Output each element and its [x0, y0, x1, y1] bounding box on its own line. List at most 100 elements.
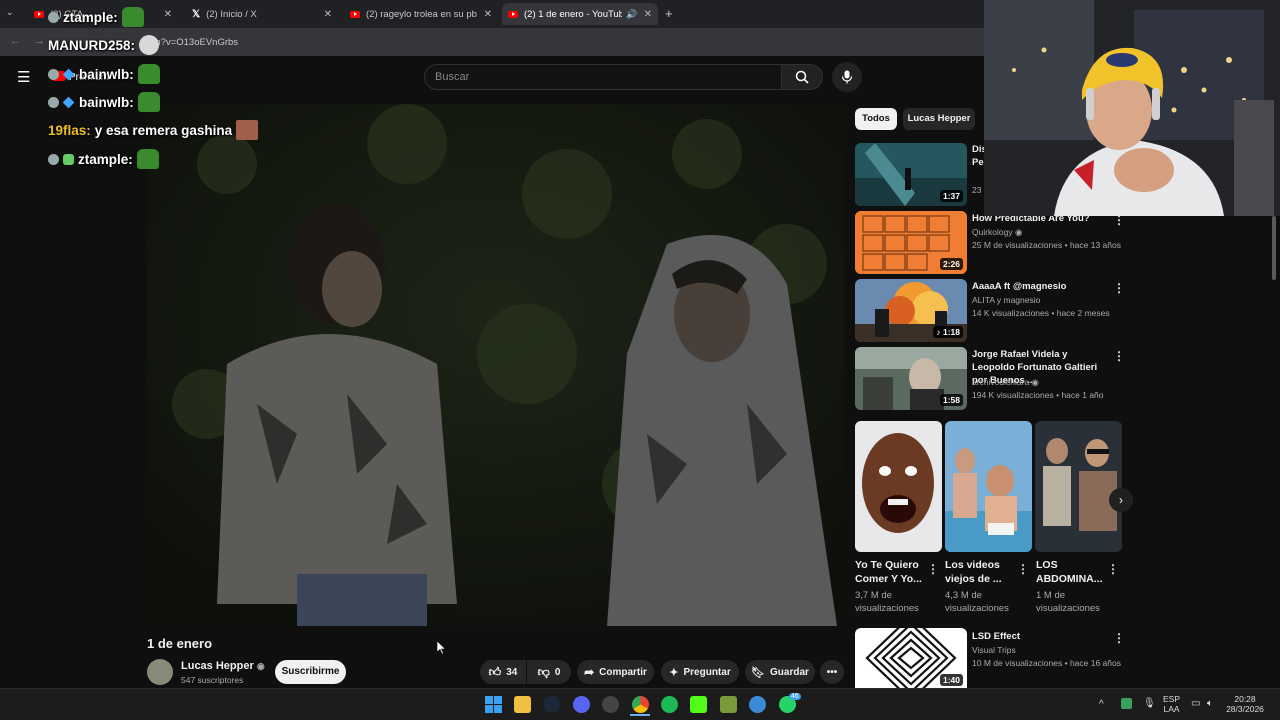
language-indicator[interactable]: ESP LAA: [1163, 694, 1180, 714]
chrome-icon[interactable]: [632, 696, 649, 713]
discord-icon[interactable]: [573, 696, 590, 713]
dislike-button[interactable]: 👎︎ 0: [527, 660, 571, 684]
tab-search-icon[interactable]: ⌄: [6, 7, 14, 18]
rec-thumbnail[interactable]: 1:37: [855, 143, 967, 206]
spotify-icon[interactable]: [661, 696, 678, 713]
rec-meta: 10 M de visualizaciones • hace 16 años: [972, 658, 1121, 668]
tab-x-inicio[interactable]: 𝕏 (2) Inicio / X ✕: [186, 3, 338, 25]
search-button[interactable]: [781, 64, 823, 90]
chip-lucas-hepper[interactable]: Lucas Hepper: [903, 108, 975, 130]
chat-username: MANURD258:: [48, 37, 136, 53]
avatar-emote-icon: [139, 35, 160, 55]
verified-icon: ◉: [256, 661, 265, 671]
chat-message: ztample:: [48, 7, 144, 27]
rec-more-icon[interactable]: ⋮: [1113, 349, 1125, 363]
rec-channel[interactable]: Quirkology ◉: [972, 227, 1022, 238]
rec-meta: 25 M de visualizaciones • hace 13 años: [972, 240, 1121, 250]
search-input[interactable]: Buscar: [424, 64, 782, 90]
close-tab-icon[interactable]: ✕: [164, 9, 172, 20]
like-button[interactable]: 👍︎ 34: [480, 660, 526, 684]
steam-icon[interactable]: [543, 696, 560, 713]
app-c-icon[interactable]: [749, 696, 766, 713]
clock-date: 28/3/2026: [1226, 704, 1264, 714]
rec-meta: 14 K visualizaciones • hace 2 meses: [972, 308, 1110, 318]
rec-more-icon[interactable]: ⋮: [1113, 281, 1125, 295]
obs-icon[interactable]: [602, 696, 619, 713]
network-icon[interactable]: ▭: [1191, 698, 1200, 709]
new-tab-button[interactable]: +: [665, 6, 673, 21]
shorts-next-button[interactable]: ›: [1109, 488, 1133, 512]
duration-badge: 1:58: [939, 394, 963, 406]
windows-start-icon[interactable]: [485, 696, 502, 713]
rec-thumbnail[interactable]: 2:26: [855, 211, 967, 274]
rec-title[interactable]: LSD Effect: [972, 630, 1107, 643]
rec-channel[interactable]: archivodichiara ◉: [972, 377, 1039, 388]
pepe-emote-icon: [137, 92, 160, 112]
video-title: 1 de enero: [147, 636, 213, 651]
back-arrow-icon[interactable]: ←: [10, 35, 21, 47]
rec-channel[interactable]: ALITA y magnesio: [972, 295, 1040, 305]
close-tab-icon[interactable]: ✕: [324, 9, 332, 20]
rec-more-icon[interactable]: ⋮: [1113, 631, 1125, 645]
language-layout: LAA: [1163, 704, 1180, 714]
youtube-favicon-icon: [34, 10, 44, 18]
rec-title[interactable]: Dis Pe: [972, 143, 984, 169]
duration-badge: 2:26: [939, 258, 963, 270]
rec-thumbnail[interactable]: 1:58: [855, 347, 967, 410]
save-button[interactable]: 🔖︎ Guardar: [745, 660, 815, 684]
chat-message: MANURD258:: [48, 35, 160, 55]
channel-avatar[interactable]: [147, 659, 173, 685]
url-field[interactable]: tch?v=O13oEVnGrbs: [58, 33, 958, 52]
volume-icon[interactable]: 🔈︎: [1207, 698, 1213, 709]
close-tab-icon[interactable]: ✕: [484, 9, 492, 20]
short-more-icon[interactable]: ⋮: [927, 562, 939, 576]
video-player[interactable]: [147, 104, 844, 626]
tab-1-de-enero[interactable]: (2) 1 de enero - YouTube 🔊 ✕: [502, 3, 658, 25]
tray-chevron-up-icon[interactable]: ^: [1099, 699, 1104, 710]
short-thumbnail-image: [1035, 421, 1122, 552]
tray-shield-icon[interactable]: [1121, 698, 1132, 709]
rec-title[interactable]: AaaaA ft @magnesio: [972, 280, 1107, 293]
like-count: 34: [506, 666, 518, 678]
chat-username: bainwlb:: [79, 66, 134, 82]
diamond-badge-icon: [62, 96, 75, 108]
short-title[interactable]: Yo Te Quiero Comer Y Yo...: [855, 558, 931, 586]
short-more-icon[interactable]: ⋮: [1107, 562, 1119, 576]
clock[interactable]: 20:28 28/3/2026: [1223, 694, 1267, 714]
rec-meta: 194 K visualizaciones • hace 1 año: [972, 390, 1104, 400]
subscribe-button[interactable]: Suscribirme: [275, 660, 346, 684]
chat-message: bainwlb:: [48, 92, 160, 112]
forward-arrow-icon[interactable]: →: [34, 35, 45, 47]
pepe-emote-icon: [136, 149, 159, 169]
tab-rageylo[interactable]: (2) rageylo trolea en su pb - Yo ✕: [344, 3, 498, 25]
kick-icon[interactable]: [690, 696, 707, 713]
short-thumbnail[interactable]: [945, 421, 1032, 552]
rec-thumbnail[interactable]: 1:40: [855, 628, 967, 688]
mouse-cursor-icon: [437, 641, 446, 655]
share-button[interactable]: ➦ Compartir: [577, 660, 654, 684]
short-thumbnail[interactable]: [855, 421, 942, 552]
face-emote-icon: [236, 120, 259, 140]
channel-name-text: Lucas Hepper: [181, 660, 254, 672]
chat-badge-icon: [48, 11, 59, 23]
short-thumbnail-image: [945, 421, 1032, 552]
short-title[interactable]: Los videos viejos de ...: [945, 558, 1021, 586]
channel-name[interactable]: Lucas Hepper ◉: [181, 660, 265, 672]
minecraft-icon[interactable]: [720, 696, 737, 713]
speaker-icon[interactable]: 🔊: [626, 9, 637, 20]
rec-channel[interactable]: Visual Trips: [972, 645, 1016, 655]
chip-todos[interactable]: Todos: [855, 108, 897, 130]
verified-icon: ◉: [1015, 227, 1023, 237]
rec-thumbnail[interactable]: ♪ 1:18: [855, 279, 967, 342]
tray-mic-icon[interactable]: 🎙︎: [1143, 698, 1156, 709]
page-scrollbar[interactable]: [1272, 216, 1276, 280]
menu-hamburger-icon[interactable]: ☰: [17, 68, 30, 86]
ask-button[interactable]: ✦ Preguntar: [661, 660, 739, 684]
file-explorer-icon[interactable]: [514, 696, 531, 713]
voice-search-button[interactable]: [832, 62, 862, 92]
close-tab-icon[interactable]: ✕: [644, 9, 652, 20]
more-actions-button[interactable]: •••: [820, 660, 844, 684]
short-thumbnail[interactable]: [1035, 421, 1122, 552]
short-more-icon[interactable]: ⋮: [1017, 562, 1029, 576]
short-title[interactable]: LOS ABDOMINA...: [1036, 558, 1112, 586]
